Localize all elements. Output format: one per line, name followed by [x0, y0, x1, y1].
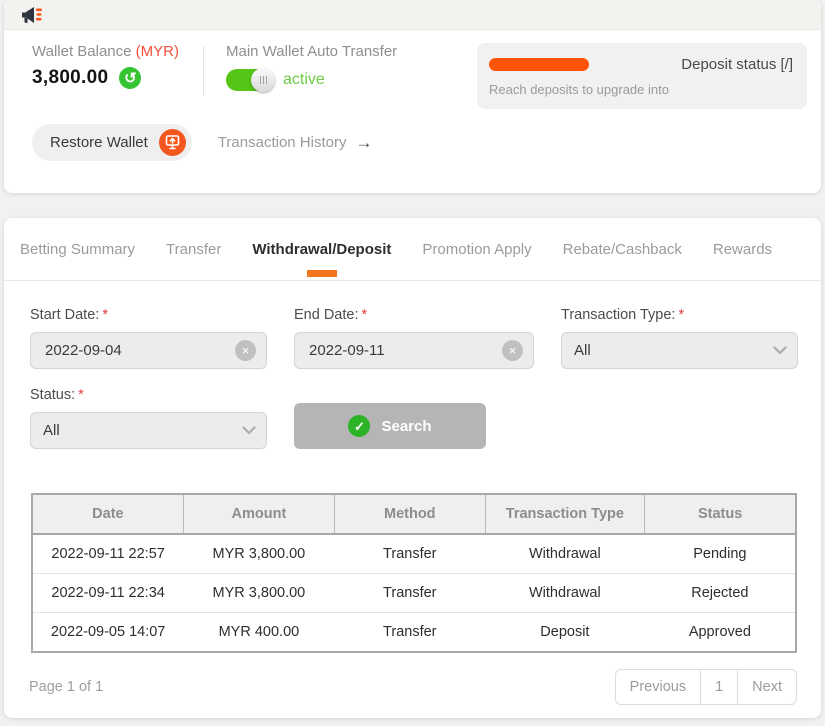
transaction-type-field: Transaction Type:* All	[561, 307, 798, 369]
table-row: 2022-09-05 14:07MYR 400.00TransferDeposi…	[32, 613, 796, 653]
column-header-date: Date	[32, 494, 183, 534]
deposit-progress-bar	[489, 58, 589, 71]
cell-amount: MYR 3,800.00	[183, 534, 334, 574]
restore-wallet-label: Restore Wallet	[50, 134, 148, 151]
cell-transaction-type: Deposit	[485, 613, 645, 653]
column-header-transaction-type: Transaction Type	[485, 494, 645, 534]
search-cell: ✓ Search	[294, 403, 534, 449]
wallet-balance-label: Wallet Balance (MYR)	[32, 43, 179, 60]
cell-status: Pending	[645, 534, 796, 574]
pager-group: Previous 1 Next	[615, 669, 797, 705]
transaction-history-link[interactable]: Transaction History →	[218, 133, 373, 153]
cell-status: Approved	[645, 613, 796, 653]
cell-date: 2022-09-11 22:34	[32, 574, 183, 613]
transaction-history-label: Transaction History	[218, 134, 347, 151]
column-header-method: Method	[335, 494, 486, 534]
column-header-status: Status	[645, 494, 796, 534]
table-row: 2022-09-11 22:34MYR 3,800.00TransferWith…	[32, 574, 796, 613]
wallet-balance-block: Wallet Balance (MYR) 3,800.00 ↺	[32, 43, 179, 89]
transaction-type-label: Transaction Type:*	[561, 307, 798, 323]
required-mark: *	[362, 307, 368, 323]
auto-transfer-block: Main Wallet Auto Transfer active	[226, 43, 397, 91]
status-value: All	[43, 422, 60, 439]
clear-end-date-icon[interactable]: ×	[502, 340, 523, 361]
status-label: Status:*	[30, 387, 267, 403]
status-field: Status:* All	[30, 387, 267, 449]
megaphone-icon[interactable]	[20, 4, 44, 26]
status-select[interactable]: All	[30, 412, 267, 449]
column-header-amount: Amount	[183, 494, 334, 534]
deposit-status-panel: Deposit status [/] Reach deposits to upg…	[477, 43, 807, 109]
search-button-label: Search	[381, 418, 431, 435]
toggle-knob[interactable]	[251, 68, 275, 92]
wallet-currency-label: (MYR)	[136, 43, 179, 60]
start-date-field: Start Date:* ×	[30, 307, 267, 369]
table-row: 2022-09-11 22:57MYR 3,800.00TransferWith…	[32, 534, 796, 574]
refresh-balance-icon[interactable]: ↺	[119, 67, 141, 89]
table-body: 2022-09-11 22:57MYR 3,800.00TransferWith…	[32, 534, 796, 652]
restore-wallet-button[interactable]: Restore Wallet	[32, 124, 192, 161]
required-mark: *	[678, 307, 684, 323]
tabs: Betting Summary Transfer Withdrawal/Deposi…	[4, 218, 821, 281]
search-button[interactable]: ✓ Search	[294, 403, 486, 449]
check-icon: ✓	[348, 415, 370, 437]
end-date-field: End Date:* ×	[294, 307, 534, 369]
tab-promotion-apply[interactable]: Promotion Apply	[422, 218, 531, 280]
cell-method: Transfer	[335, 613, 486, 653]
tab-transfer[interactable]: Transfer	[166, 218, 221, 280]
tab-rewards[interactable]: Rewards	[713, 218, 772, 280]
tab-rebate-cashback[interactable]: Rebate/Cashback	[563, 218, 682, 280]
chevron-down-icon	[773, 346, 787, 355]
next-page-button[interactable]: Next	[737, 670, 796, 704]
auto-transfer-status: active	[283, 71, 325, 89]
page: Wallet Balance (MYR) 3,800.00 ↺ Main Wal…	[0, 0, 825, 726]
cell-amount: MYR 400.00	[183, 613, 334, 653]
cell-transaction-type: Withdrawal	[485, 534, 645, 574]
cell-date: 2022-09-11 22:57	[32, 534, 183, 574]
required-mark: *	[78, 387, 84, 403]
end-date-input[interactable]	[307, 341, 502, 360]
wallet-card: Wallet Balance (MYR) 3,800.00 ↺ Main Wal…	[4, 0, 821, 193]
restore-wallet-icon	[159, 129, 186, 156]
cell-method: Transfer	[335, 534, 486, 574]
arrow-right-icon: →	[355, 133, 372, 153]
page-1-button[interactable]: 1	[700, 670, 737, 704]
cell-method: Transfer	[335, 574, 486, 613]
cell-date: 2022-09-05 14:07	[32, 613, 183, 653]
transaction-type-select[interactable]: All	[561, 332, 798, 369]
chevron-down-icon	[242, 426, 256, 435]
vertical-divider	[203, 46, 204, 96]
toggle-grip-icon	[260, 76, 267, 84]
auto-transfer-label: Main Wallet Auto Transfer	[226, 43, 397, 60]
start-date-label: Start Date:*	[30, 307, 267, 323]
tab-withdrawal-deposit[interactable]: Withdrawal/Deposit	[252, 218, 391, 280]
announcement-bar	[4, 0, 821, 30]
filters-form: Start Date:* × End Date:* × Transact	[4, 281, 821, 449]
tab-betting-summary[interactable]: Betting Summary	[20, 218, 135, 280]
cell-transaction-type: Withdrawal	[485, 574, 645, 613]
cell-amount: MYR 3,800.00	[183, 574, 334, 613]
required-mark: *	[102, 307, 108, 323]
auto-transfer-toggle[interactable]	[226, 69, 271, 91]
deposit-status-label: Deposit status [/]	[681, 56, 793, 73]
end-date-label: End Date:*	[294, 307, 534, 323]
wallet-balance-value: 3,800.00	[32, 67, 108, 89]
transactions-table: DateAmountMethodTransaction TypeStatus 2…	[31, 493, 797, 653]
previous-page-button[interactable]: Previous	[616, 670, 700, 704]
clear-start-date-icon[interactable]: ×	[235, 340, 256, 361]
transactions-card: Betting Summary Transfer Withdrawal/Deposi…	[4, 218, 821, 718]
start-date-input[interactable]	[43, 341, 235, 360]
transaction-type-value: All	[574, 342, 591, 359]
cell-status: Rejected	[645, 574, 796, 613]
deposit-hint-text: Reach deposits to upgrade into	[489, 82, 793, 97]
table-header: DateAmountMethodTransaction TypeStatus	[32, 494, 796, 534]
pagination: Page 1 of 1 Previous 1 Next	[29, 669, 797, 705]
page-summary: Page 1 of 1	[29, 679, 103, 695]
